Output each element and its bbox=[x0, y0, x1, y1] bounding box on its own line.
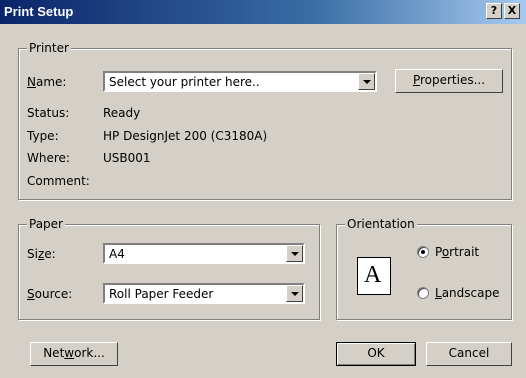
close-icon: X bbox=[507, 4, 517, 17]
printer-group: Printer Name: Select your printer here..… bbox=[18, 41, 512, 200]
printer-group-label: Printer bbox=[27, 41, 71, 55]
paper-size-dropdown-button[interactable] bbox=[286, 245, 303, 262]
help-icon: ? bbox=[490, 4, 498, 17]
paper-group: Paper Size: A4 Source: Roll Paper Feeder bbox=[18, 217, 320, 320]
paper-source-dropdown-button[interactable] bbox=[286, 285, 303, 302]
title-bar[interactable]: Print Setup ? X bbox=[0, 0, 526, 24]
chevron-down-icon bbox=[363, 80, 371, 84]
cancel-button[interactable]: Cancel bbox=[426, 342, 512, 366]
printer-name-select[interactable]: Select your printer here.. bbox=[103, 71, 377, 92]
where-label: Where: bbox=[27, 151, 70, 165]
status-value: Ready bbox=[103, 106, 141, 120]
portrait-document-icon: A bbox=[357, 257, 391, 295]
comment-label: Comment: bbox=[27, 174, 90, 188]
help-button[interactable]: ? bbox=[486, 3, 502, 19]
size-label: Size: bbox=[27, 247, 56, 261]
where-value: USB001 bbox=[103, 151, 151, 165]
paper-source-select[interactable]: Roll Paper Feeder bbox=[103, 283, 305, 304]
window-title: Print Setup bbox=[4, 4, 74, 19]
paper-source-value: Roll Paper Feeder bbox=[109, 287, 214, 301]
orientation-group-label: Orientation bbox=[345, 217, 417, 231]
type-value: HP DesignJet 200 (C3180A) bbox=[103, 129, 268, 143]
portrait-radio[interactable] bbox=[417, 246, 429, 258]
source-label: Source: bbox=[27, 287, 73, 301]
printer-dropdown-button[interactable] bbox=[358, 73, 375, 90]
orientation-group: Orientation A Portrait Landscape bbox=[336, 217, 512, 320]
ok-button[interactable]: OK bbox=[336, 342, 416, 366]
paper-size-select[interactable]: A4 bbox=[103, 243, 305, 264]
chevron-down-icon bbox=[291, 292, 299, 296]
landscape-radio[interactable] bbox=[417, 287, 429, 299]
portrait-label[interactable]: Portrait bbox=[435, 245, 479, 259]
name-label: Name: bbox=[27, 75, 67, 89]
landscape-label[interactable]: Landscape bbox=[435, 286, 499, 300]
close-button[interactable]: X bbox=[504, 3, 520, 19]
printer-name-value: Select your printer here.. bbox=[109, 75, 260, 89]
properties-button[interactable]: Properties... bbox=[395, 69, 503, 93]
chevron-down-icon bbox=[291, 252, 299, 256]
type-label: Type: bbox=[27, 129, 59, 143]
paper-group-label: Paper bbox=[27, 217, 65, 231]
paper-size-value: A4 bbox=[109, 247, 125, 261]
status-label: Status: bbox=[27, 106, 70, 120]
print-setup-dialog: Print Setup ? X Printer Name: Select you… bbox=[0, 0, 526, 378]
radio-selected-dot bbox=[421, 250, 425, 254]
network-button[interactable]: Network... bbox=[30, 342, 118, 366]
